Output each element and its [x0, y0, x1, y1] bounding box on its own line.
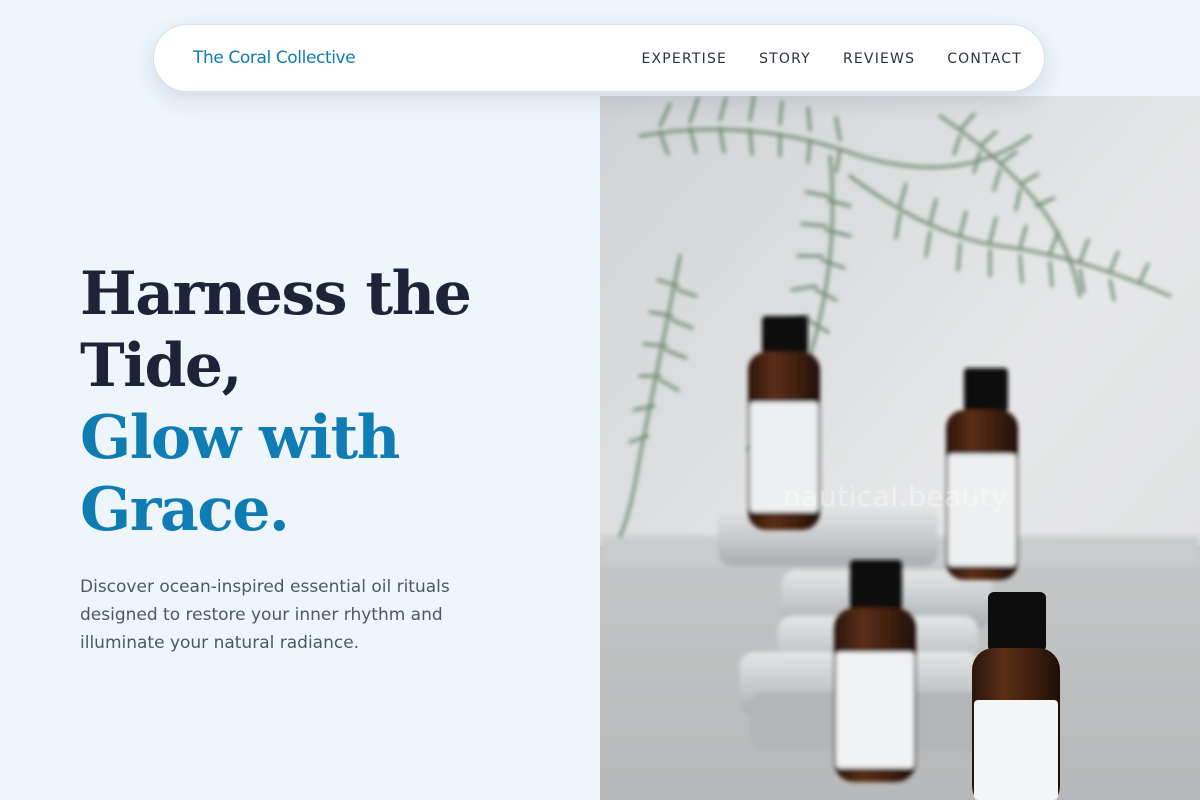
nav-link-story[interactable]: STORY	[759, 50, 811, 68]
photo-watermark: nautical.beauty	[783, 480, 1009, 513]
hero-product-photo: nautical.beauty	[600, 96, 1200, 800]
tagline-line-3: illuminate your natural radiance.	[80, 633, 360, 653]
headline-line-1: Harness the	[80, 259, 472, 329]
headline-accent-line-1: Glow with	[80, 403, 400, 473]
tagline-line-1: Discover ocean-inspired essential oil ri…	[80, 577, 450, 597]
hero-tagline: Discover ocean-inspired essential oil ri…	[80, 573, 500, 657]
tagline-line-2: designed to restore your inner rhythm an…	[80, 605, 443, 625]
hero-headline: Harness the Tide, Glow with Grace.	[80, 258, 580, 546]
nav-link-reviews[interactable]: REVIEWS	[843, 50, 915, 68]
nav-link-contact[interactable]: CONTACT	[947, 50, 1022, 68]
hero-section: Harness the Tide, Glow with Grace. Disco…	[80, 258, 580, 657]
nav-link-expertise[interactable]: EXPERTISE	[641, 50, 727, 68]
headline-accent-line-2: Grace.	[80, 475, 290, 545]
brand-logo[interactable]: The Coral Collective	[193, 47, 356, 69]
headline-line-2: Tide,	[80, 331, 242, 401]
nav-links: EXPERTISE STORY REVIEWS CONTACT	[641, 50, 1022, 68]
navbar: The Coral Collective EXPERTISE STORY REV…	[153, 24, 1045, 92]
